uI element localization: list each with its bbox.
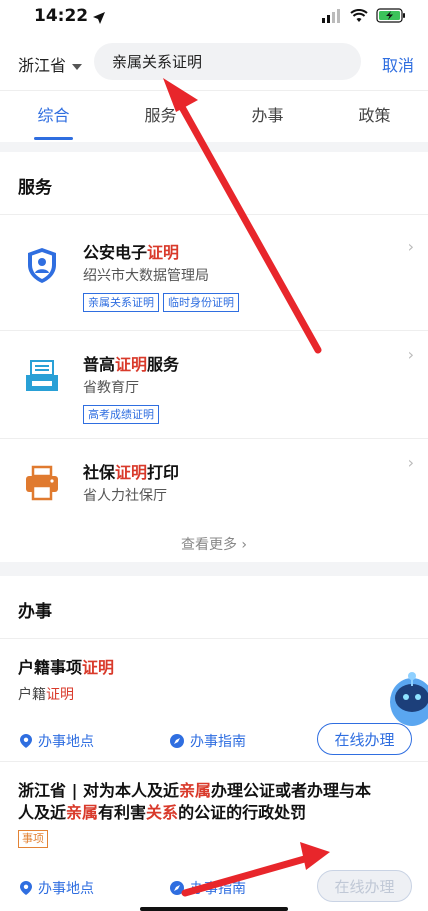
compass-icon bbox=[170, 881, 184, 895]
guide-link[interactable]: 办事指南 bbox=[170, 731, 246, 751]
chevron-right-icon: › bbox=[241, 537, 248, 553]
service-title: 公安电子证明 bbox=[83, 243, 180, 262]
affair-title: 户籍事项证明 bbox=[18, 658, 115, 677]
view-more-label: 查看更多 bbox=[180, 537, 237, 553]
service-item-highschool-certificate[interactable]: 普高证明服务 省教育厅 高考成绩证明 › bbox=[0, 330, 428, 438]
guide-link[interactable]: 办事指南 bbox=[170, 878, 246, 898]
chevron-right-icon: › bbox=[407, 237, 414, 256]
location-link[interactable]: 办事地点 bbox=[20, 731, 94, 751]
home-indicator bbox=[140, 907, 288, 911]
search-header: 浙江省 取消 bbox=[0, 34, 428, 90]
service-tags: 高考成绩证明 bbox=[83, 403, 163, 424]
services-title: 服务 bbox=[18, 178, 52, 198]
tag[interactable]: 高考成绩证明 bbox=[83, 405, 159, 424]
tab-comprehensive[interactable]: 综合 bbox=[0, 91, 107, 142]
service-department: 绍兴市大数据管理局 bbox=[83, 268, 209, 284]
tag[interactable]: 临时身份证明 bbox=[163, 293, 239, 312]
signal-icon bbox=[322, 8, 342, 27]
category-tabs: 综合 服务 办事 政策 bbox=[0, 90, 428, 142]
service-title: 普高证明服务 bbox=[83, 355, 180, 374]
view-more-link[interactable]: 查看更多 › bbox=[0, 534, 428, 554]
shield-person-icon bbox=[22, 245, 62, 285]
location-pin-icon bbox=[20, 734, 32, 748]
province-selector[interactable]: 浙江省 bbox=[18, 52, 83, 76]
affair-subtitle: 户籍证明 bbox=[18, 687, 74, 703]
location-label: 办事地点 bbox=[38, 734, 94, 750]
service-tags: 亲属关系证明 临时身份证明 bbox=[83, 291, 243, 312]
service-title: 社保证明打印 bbox=[83, 463, 180, 482]
online-handle-button[interactable]: 在线办理 bbox=[317, 870, 412, 902]
status-bar: 14:22 bbox=[0, 0, 428, 34]
tag[interactable]: 亲属关系证明 bbox=[83, 293, 159, 312]
search-input[interactable] bbox=[94, 43, 361, 80]
clock: 14:22 bbox=[34, 6, 89, 26]
printer-tray-icon bbox=[22, 357, 62, 397]
service-item-social-security-print[interactable]: 社保证明打印 省人力社保厅 › bbox=[0, 438, 428, 522]
tab-policy[interactable]: 政策 bbox=[321, 91, 428, 142]
affairs-title: 办事 bbox=[18, 602, 52, 622]
chevron-right-icon: › bbox=[407, 345, 414, 364]
location-label: 办事地点 bbox=[38, 881, 94, 897]
tab-affairs[interactable]: 办事 bbox=[214, 91, 321, 142]
assistant-robot-icon[interactable] bbox=[382, 668, 428, 730]
affair-item-notary-penalty[interactable]: 浙江省 | 对为本人及近亲属办理公证或者办理与本 人及近亲属有利害关系的公证的行… bbox=[0, 761, 428, 911]
affair-title: 浙江省 | 对为本人及近亲属办理公证或者办理与本 人及近亲属有利害关系的公证的行… bbox=[18, 781, 372, 822]
service-department: 省人力社保厅 bbox=[83, 488, 167, 504]
item-type-badge: 事项 bbox=[18, 830, 48, 848]
cancel-button[interactable]: 取消 bbox=[382, 52, 414, 76]
battery-charging-icon bbox=[376, 8, 406, 27]
province-label: 浙江省 bbox=[18, 56, 67, 75]
affair-item-household[interactable]: 户籍事项证明 户籍证明 办事地点 办事指南 在线办理 bbox=[0, 638, 428, 761]
service-item-police-certificate[interactable]: 公安电子证明 绍兴市大数据管理局 亲属关系证明 临时身份证明 › bbox=[0, 214, 428, 330]
location-arrow-icon bbox=[92, 10, 106, 29]
compass-icon bbox=[170, 734, 184, 748]
location-link[interactable]: 办事地点 bbox=[20, 878, 94, 898]
chevron-right-icon: › bbox=[407, 453, 414, 472]
location-pin-icon bbox=[20, 881, 32, 895]
affairs-section: 办事 户籍事项证明 户籍证明 办事地点 办事指南 在线办理 浙江省 | 对为本人… bbox=[0, 576, 428, 911]
tab-services[interactable]: 服务 bbox=[107, 91, 214, 142]
guide-label: 办事指南 bbox=[190, 881, 246, 897]
guide-label: 办事指南 bbox=[190, 734, 246, 750]
services-section: 服务 公安电子证明 绍兴市大数据管理局 亲属关系证明 临时身份证明 › 普高证明… bbox=[0, 152, 428, 562]
service-department: 省教育厅 bbox=[83, 380, 139, 396]
caret-down-icon bbox=[72, 63, 83, 70]
printer-icon bbox=[22, 463, 62, 503]
wifi-icon bbox=[350, 8, 368, 27]
